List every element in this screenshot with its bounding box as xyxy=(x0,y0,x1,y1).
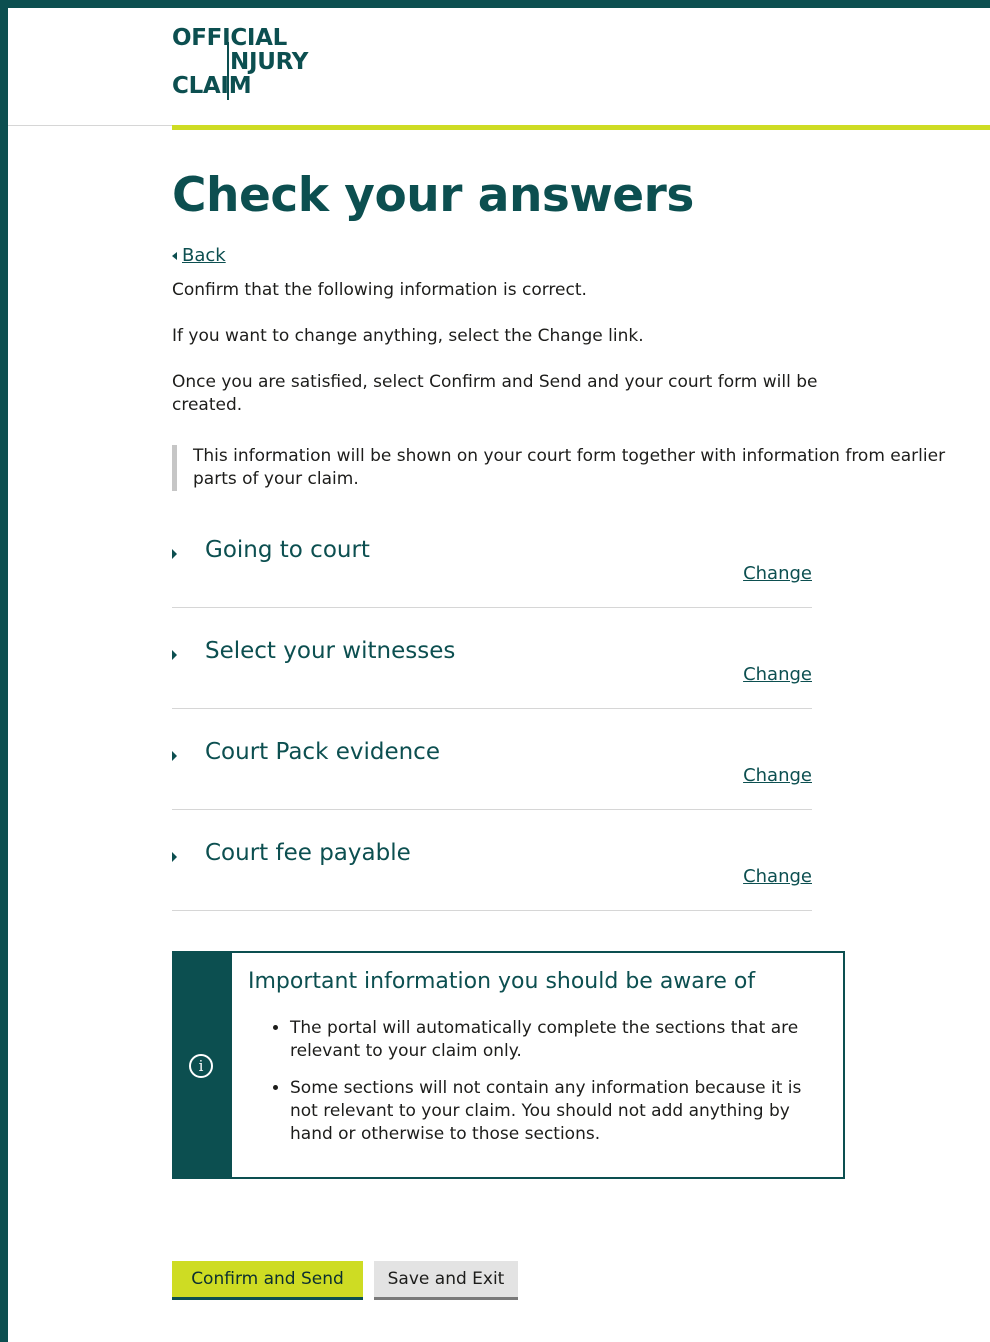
inset-notice: This information will be shown on your c… xyxy=(172,445,962,491)
header-accent-line xyxy=(172,125,990,130)
change-link-select-your-witnesses[interactable]: Change xyxy=(743,664,812,685)
logo-line-1: OFFICIAL xyxy=(172,25,288,51)
intro-satisfied-text: Once you are satisfied, select Confirm a… xyxy=(172,372,818,415)
important-information-panel: i Important information you should be aw… xyxy=(172,951,845,1179)
back-link-container: Back xyxy=(172,245,226,266)
back-arrow-icon xyxy=(172,251,177,260)
official-injury-claim-logo[interactable]: OFFICIAL NJURY CLAIM xyxy=(172,26,332,106)
expand-arrow-icon[interactable] xyxy=(172,751,177,761)
change-link-court-fee-payable[interactable]: Change xyxy=(743,866,812,887)
section-court-fee-payable[interactable]: Court fee payable Change xyxy=(172,840,812,911)
change-link-going-to-court[interactable]: Change xyxy=(743,563,812,584)
section-title[interactable]: Court Pack evidence xyxy=(205,739,440,765)
expand-arrow-icon[interactable] xyxy=(172,650,177,660)
save-and-exit-button[interactable]: Save and Exit xyxy=(374,1261,518,1300)
confirm-and-send-button[interactable]: Confirm and Send xyxy=(172,1261,363,1300)
site-header xyxy=(8,8,990,126)
info-icon: i xyxy=(189,1054,213,1078)
page-title: Check your answers xyxy=(172,168,694,223)
back-link[interactable]: Back xyxy=(182,245,226,266)
logo-line-2: NJURY xyxy=(230,49,309,75)
expand-arrow-icon[interactable] xyxy=(172,852,177,862)
change-link-court-pack-evidence[interactable]: Change xyxy=(743,765,812,786)
list-item: The portal will automatically complete t… xyxy=(290,1017,830,1063)
section-title[interactable]: Court fee payable xyxy=(205,840,411,866)
section-title[interactable]: Select your witnesses xyxy=(205,638,455,664)
section-court-pack-evidence[interactable]: Court Pack evidence Change xyxy=(172,739,812,810)
section-select-your-witnesses[interactable]: Select your witnesses Change xyxy=(172,638,812,709)
info-panel-title: Important information you should be awar… xyxy=(248,969,756,994)
intro-change-text: If you want to change anything, select t… xyxy=(172,326,644,346)
section-going-to-court[interactable]: Going to court Change xyxy=(172,537,812,608)
section-title[interactable]: Going to court xyxy=(205,537,370,563)
list-item: Some sections will not contain any infor… xyxy=(290,1077,830,1146)
info-bullet-list: The portal will automatically complete t… xyxy=(270,1017,830,1160)
intro-confirm-text: Confirm that the following information i… xyxy=(172,280,587,300)
logo-line-3: CLAIM xyxy=(172,73,252,99)
info-panel-sidebar: i xyxy=(174,953,232,1177)
expand-arrow-icon[interactable] xyxy=(172,549,177,559)
